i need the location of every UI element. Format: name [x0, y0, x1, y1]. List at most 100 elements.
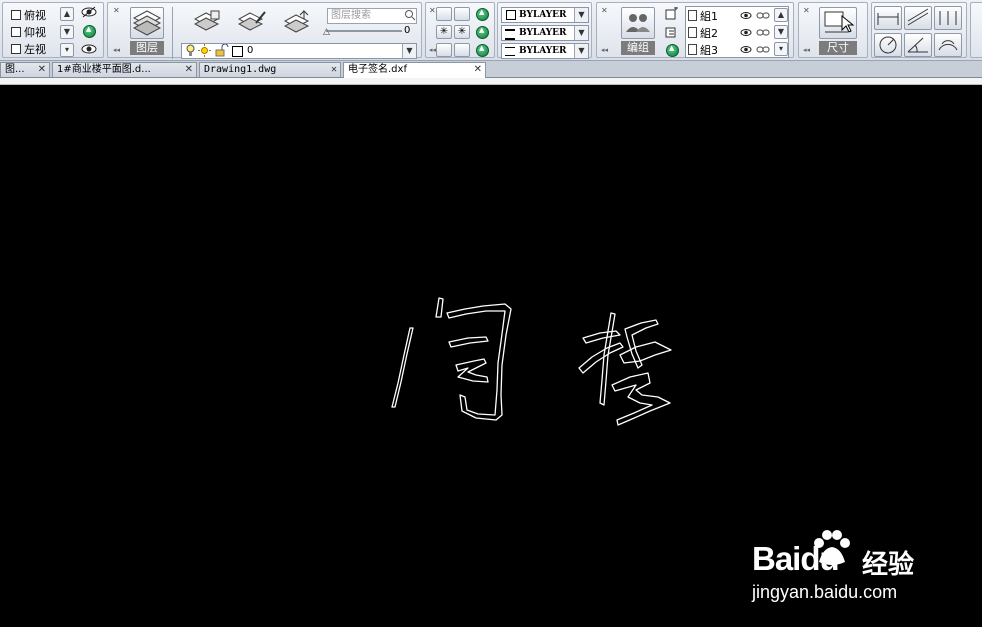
- link-icon[interactable]: [756, 10, 770, 23]
- angular-dimension-icon[interactable]: [904, 33, 932, 57]
- thaw-icon[interactable]: ✳: [454, 25, 470, 39]
- color-dropdown[interactable]: BYLAYER ▼: [501, 7, 589, 23]
- panel-close-icon[interactable]: ✕: [113, 7, 120, 15]
- signature-stroke: [582, 330, 621, 344]
- unlock-icon[interactable]: [454, 43, 470, 57]
- expand-icon[interactable]: ▾: [60, 43, 74, 57]
- link-icon[interactable]: [756, 27, 770, 40]
- group-panel-label: 编组: [621, 41, 655, 55]
- tab-commercial-plan[interactable]: 1#商业楼平面图.d... ✕: [52, 62, 197, 77]
- lightbulb-off-icon[interactable]: [454, 7, 470, 21]
- layer-previous-icon[interactable]: [283, 9, 312, 36]
- linear-dimension-icon[interactable]: [874, 6, 902, 30]
- link-icon[interactable]: [756, 44, 770, 57]
- group-name: 組3: [700, 44, 718, 57]
- panel-collapse-icon[interactable]: ◂◂: [113, 47, 120, 54]
- color-swatch-icon: [506, 10, 516, 20]
- scroll-down-icon[interactable]: ▼: [774, 25, 788, 39]
- group-list-item[interactable]: 組3: [688, 42, 773, 57]
- lineweight-value: BYLAYER: [519, 46, 567, 56]
- lightbulb-icon: [186, 44, 195, 58]
- freeze-icon[interactable]: ✳: [436, 25, 452, 39]
- layers-icon: [132, 10, 162, 36]
- chevron-down-icon[interactable]: ▼: [574, 26, 588, 40]
- layer-manager-button[interactable]: [130, 7, 164, 39]
- tab-signature[interactable]: 电子签名.dxf ✕: [343, 62, 486, 78]
- layer-slider-value: 0: [404, 25, 411, 36]
- green-up-icon[interactable]: [476, 8, 489, 21]
- color-swatch-icon: [232, 46, 243, 57]
- panel-collapse-icon[interactable]: ◂◂: [601, 47, 608, 54]
- scroll-up-icon[interactable]: ▲: [60, 7, 74, 21]
- tab-drawing1[interactable]: Drawing1.dwg ✕: [199, 62, 341, 77]
- signature-stroke: [578, 342, 624, 374]
- document-icon: [688, 44, 697, 55]
- chevron-down-icon[interactable]: ▼: [574, 44, 588, 58]
- arc-length-icon[interactable]: [934, 33, 962, 57]
- close-icon[interactable]: ✕: [185, 63, 193, 77]
- chevron-down-icon[interactable]: ▼: [402, 44, 416, 58]
- chevron-down-icon[interactable]: ▼: [574, 8, 588, 22]
- view-panel: 俯视 仰视 左视 ▲ ▼ ▾: [2, 2, 104, 58]
- tab-label: 电子签名.dxf: [348, 64, 407, 75]
- ordinate-dimension-icon[interactable]: [934, 6, 962, 30]
- group-list-item[interactable]: 組2: [688, 25, 773, 40]
- close-icon[interactable]: ✕: [474, 63, 482, 77]
- layer-edit-icon[interactable]: [237, 9, 266, 36]
- properties-panel: BYLAYER ▼ BYLAYER ▼ BYLAYER ▼: [497, 2, 592, 59]
- layer-states-icon[interactable]: [193, 9, 222, 36]
- layer-panel-label: 图层: [130, 41, 164, 55]
- lineweight-dropdown[interactable]: BYLAYER ▼: [501, 43, 589, 59]
- eye-icon[interactable]: [740, 44, 752, 57]
- aligned-dimension-icon[interactable]: [904, 6, 932, 30]
- layer-panel: ✕ ◂◂ 图层 图层搜索 △ 0 0 ▼: [107, 2, 422, 59]
- scroll-down-icon[interactable]: ▼: [60, 25, 74, 39]
- panel-close-icon[interactable]: ✕: [601, 7, 608, 15]
- tab-label: 图...: [5, 64, 25, 75]
- dimension-panel-label: 尺寸: [819, 41, 857, 55]
- panel-close-icon[interactable]: ✕: [429, 7, 436, 15]
- ribbon-toolbar: 俯视 仰视 左视 ▲ ▼ ▾ ✕ ◂◂ 图层: [0, 0, 982, 61]
- group-list-item[interactable]: 組1: [688, 8, 773, 23]
- tab-drawing-1[interactable]: 图... ✕: [0, 62, 50, 77]
- group-list[interactable]: 組1 組2 組3 ▲ ▼ ▾: [685, 6, 789, 58]
- layer-dropdown[interactable]: 0 ▼: [181, 43, 417, 59]
- paw-logo-icon: [814, 530, 850, 565]
- signature-stroke: [435, 297, 444, 318]
- eye-hide-icon[interactable]: [81, 6, 97, 21]
- green-up-icon[interactable]: [476, 26, 489, 39]
- scroll-up-icon[interactable]: ▲: [774, 8, 788, 22]
- layer-toggle-panel: ✕ ◂◂ ✳ ✳: [425, 2, 495, 58]
- panel-collapse-icon[interactable]: ◂◂: [429, 47, 436, 54]
- green-up-icon[interactable]: [476, 44, 489, 57]
- green-up-icon[interactable]: [83, 25, 96, 38]
- expand-icon[interactable]: ▾: [774, 42, 788, 56]
- add-group-icon[interactable]: [665, 6, 679, 24]
- ungroup-icon[interactable]: [665, 25, 679, 42]
- eye-icon[interactable]: [740, 27, 752, 40]
- close-icon[interactable]: ✕: [38, 63, 46, 77]
- radius-dimension-icon[interactable]: [874, 33, 902, 57]
- dimension-button[interactable]: [819, 7, 857, 39]
- eye-icon[interactable]: [81, 43, 97, 58]
- view-left-label: 左视: [24, 42, 46, 56]
- cube-bottom-icon: [11, 26, 21, 37]
- view-left-button[interactable]: 左视: [11, 41, 46, 56]
- layer-slider-track[interactable]: [326, 30, 402, 32]
- eye-icon[interactable]: [740, 10, 752, 23]
- green-up-icon[interactable]: [666, 44, 679, 57]
- linetype-value: BYLAYER: [519, 28, 567, 38]
- group-manager-button[interactable]: [621, 7, 655, 39]
- panel-close-icon[interactable]: ✕: [803, 7, 810, 15]
- panel-collapse-icon[interactable]: ◂◂: [803, 47, 810, 54]
- view-bottom-button[interactable]: 仰视: [11, 24, 46, 39]
- slider-thumb-icon[interactable]: △: [323, 27, 330, 37]
- close-icon[interactable]: ✕: [331, 63, 337, 77]
- lightbulb-toggle-icon[interactable]: [436, 7, 452, 21]
- lock-icon[interactable]: [436, 43, 452, 57]
- dimension-icon: [824, 11, 855, 33]
- view-top-button[interactable]: 俯视: [11, 7, 46, 22]
- signature-stroke: [599, 312, 616, 406]
- linetype-dropdown[interactable]: BYLAYER ▼: [501, 25, 589, 41]
- signature-stroke: [611, 372, 671, 426]
